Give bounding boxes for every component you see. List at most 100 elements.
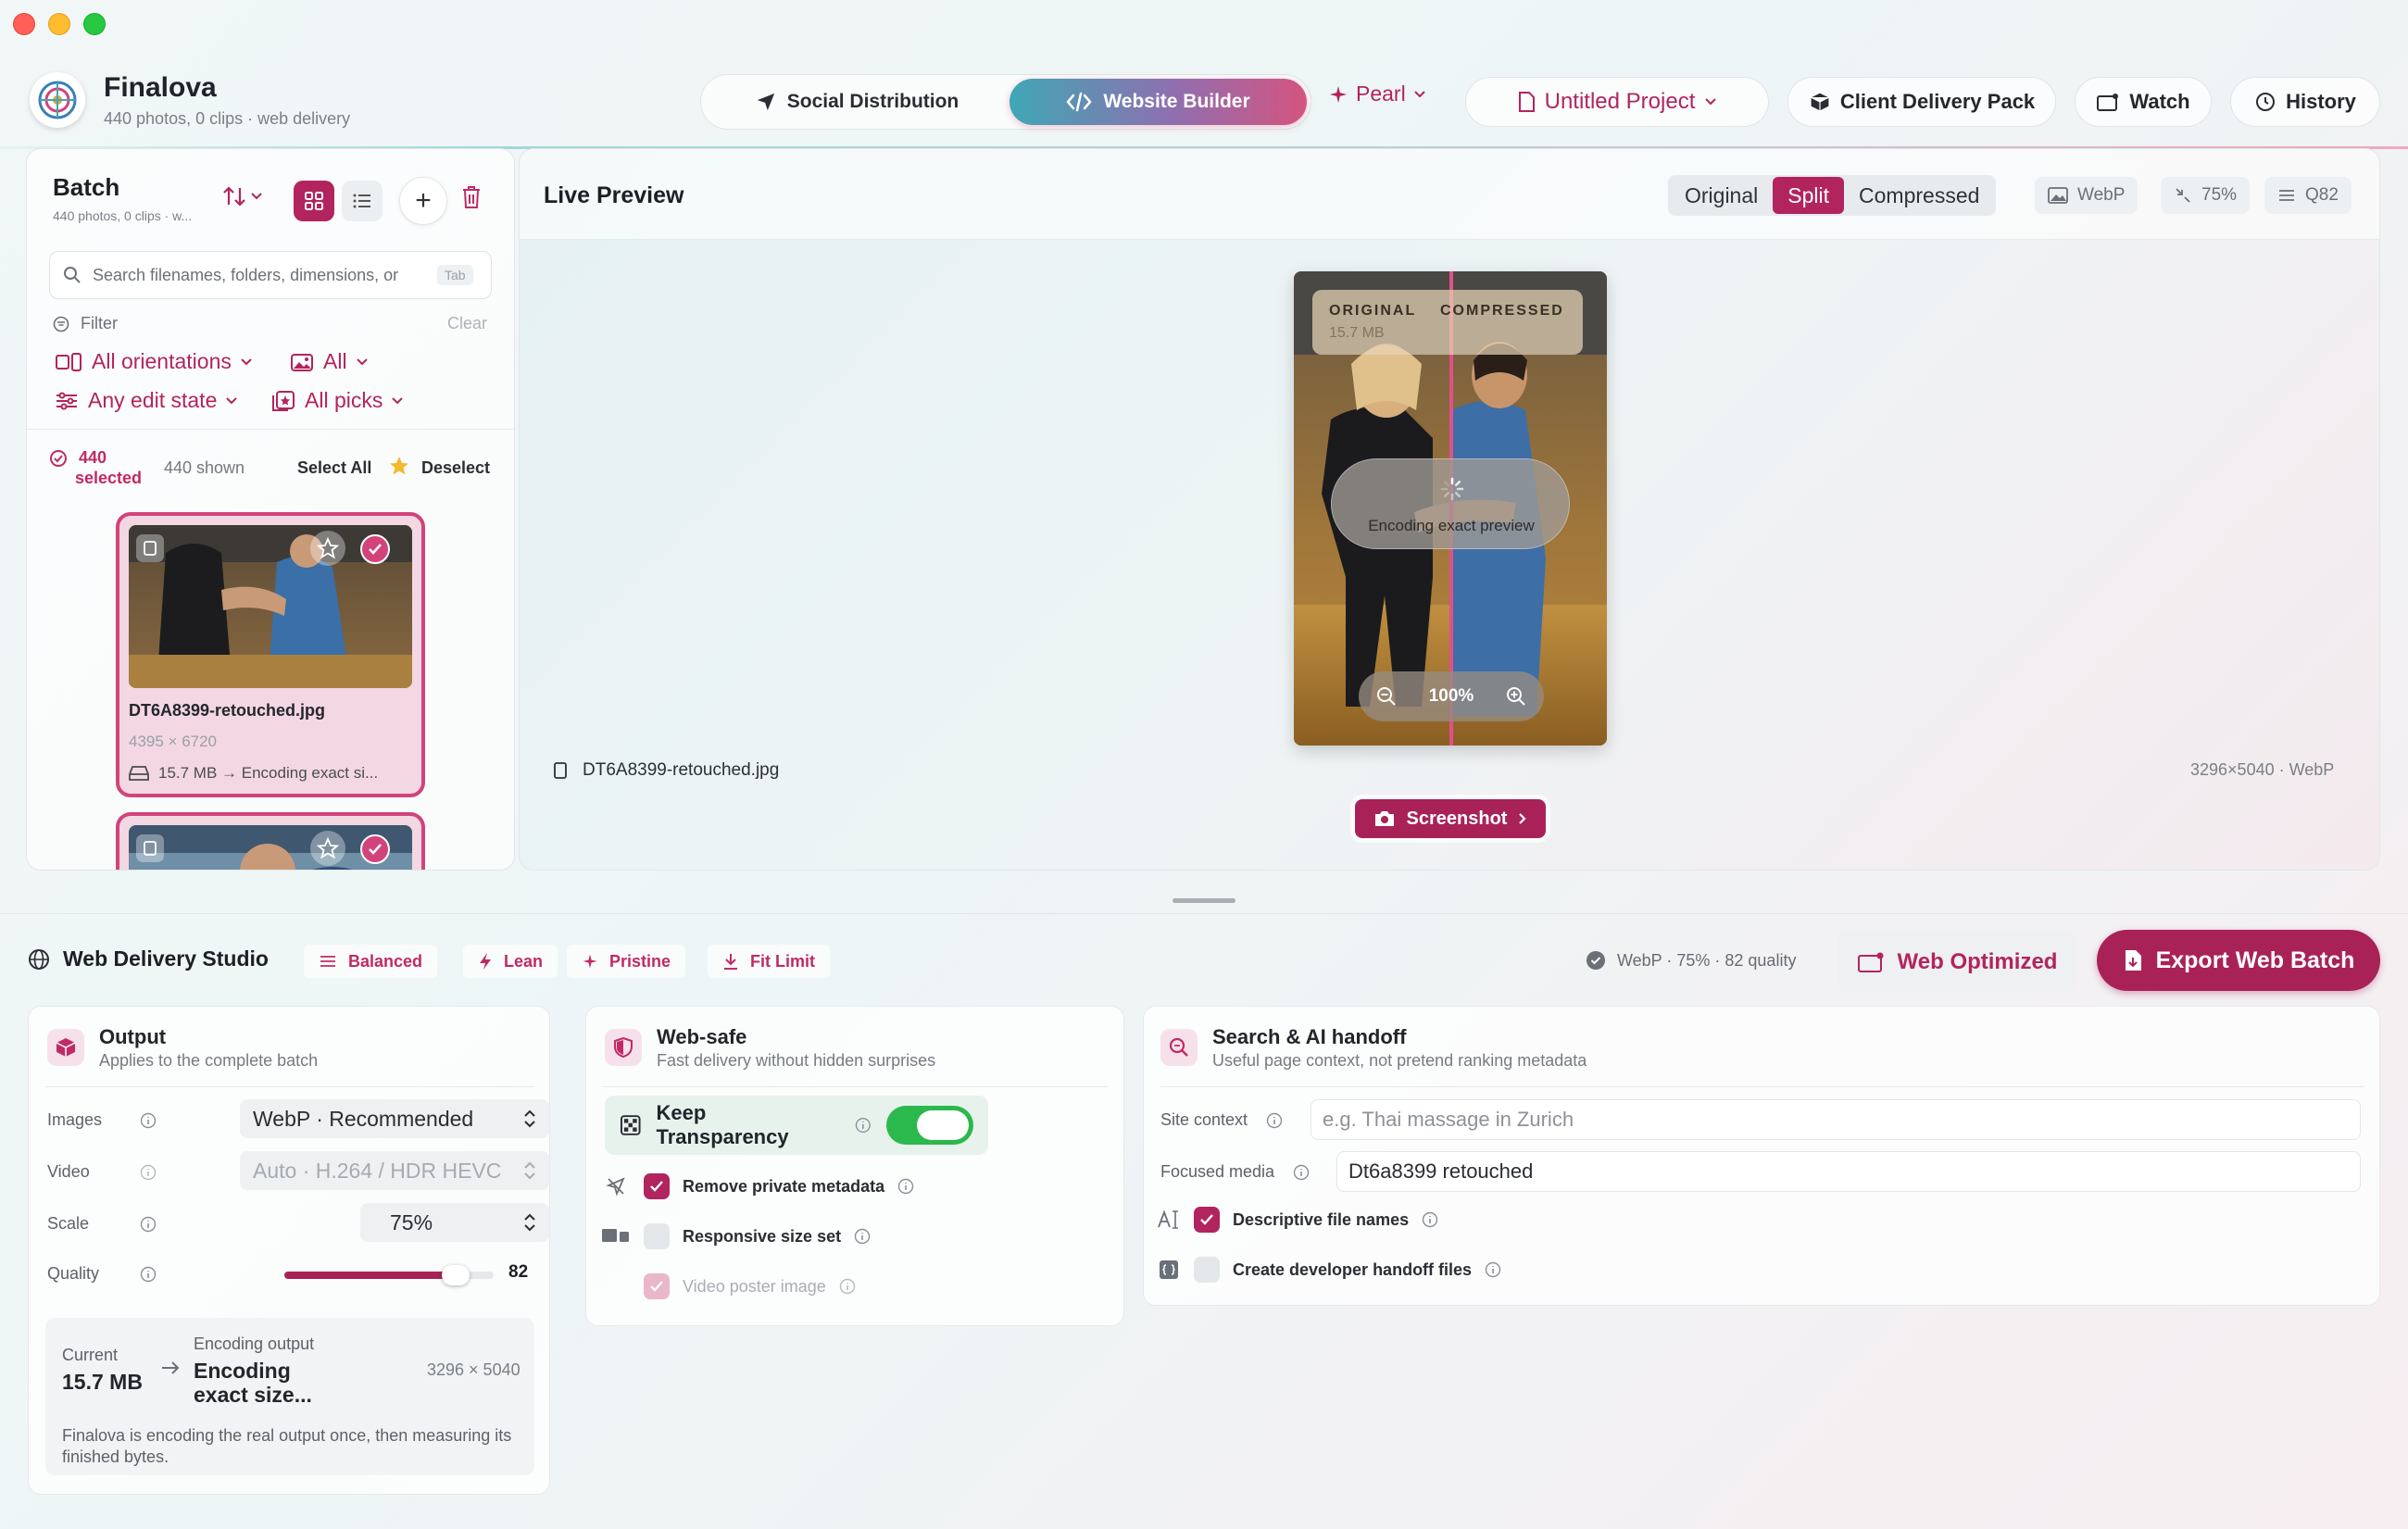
favorite-toggle[interactable] [310, 831, 345, 866]
preset-balanced[interactable]: Balanced [304, 945, 438, 978]
responsive-icon [602, 1229, 629, 1242]
arrow-right-icon [162, 1361, 180, 1374]
edit-state-filter[interactable]: Any edit state [55, 388, 238, 413]
keep-transparency-toggle[interactable] [885, 1106, 973, 1145]
descriptive-names-checkbox[interactable] [1194, 1207, 1220, 1233]
watch-button[interactable]: Watch [2075, 77, 2212, 127]
bolt-icon [480, 953, 491, 970]
minimize-window-button[interactable] [48, 13, 70, 35]
batch-item[interactable]: DT6A8399-retouched.jpg 4395 × 6720 15.7 … [116, 512, 425, 797]
media-type-filter[interactable]: All [290, 349, 368, 374]
grid-view-button[interactable] [294, 181, 334, 221]
focused-media-input[interactable] [1348, 1159, 2349, 1184]
video-format-select[interactable]: Auto · H.264 / HDR HEVC [240, 1151, 549, 1190]
info-icon [839, 1278, 855, 1295]
zoom-out-icon[interactable] [1375, 685, 1398, 708]
output-summary: WebP · 75% · 82 quality [1586, 950, 1796, 971]
info-icon [140, 1216, 157, 1232]
site-context-label: Site context [1160, 1110, 1283, 1130]
panel-resize-handle[interactable] [1173, 898, 1235, 903]
delete-button[interactable] [460, 184, 483, 215]
selected-checkmark[interactable] [360, 534, 390, 564]
check-icon [650, 1281, 663, 1292]
export-web-batch-button[interactable]: Export Web Batch [2097, 930, 2380, 991]
preview-image[interactable]: ORIGINAL 15.7 MB COMPRESSED Encoding exa… [1294, 271, 1607, 746]
responsive-size-option[interactable]: Responsive size set [601, 1223, 871, 1249]
size-estimate-box: Current 15.7 MB Encoding output Encoding… [45, 1318, 534, 1475]
shrink-icon [2176, 188, 2190, 203]
zoom-in-icon[interactable] [1505, 685, 1527, 708]
preset-lean[interactable]: Lean [463, 945, 558, 978]
shown-count: 440 shown [164, 458, 245, 477]
output-subtitle: Applies to the complete batch [99, 1051, 319, 1070]
sliders-icon [56, 392, 77, 409]
close-window-button[interactable] [13, 13, 35, 35]
quality-value: 82 [508, 1262, 529, 1282]
orientation-filter[interactable]: All orientations [55, 349, 252, 374]
selected-checkmark[interactable] [360, 834, 390, 864]
screenshot-button[interactable]: Screenshot [1355, 799, 1546, 838]
video-poster-checkbox[interactable] [644, 1273, 670, 1299]
remove-metadata-option[interactable]: Remove private metadata [601, 1173, 914, 1199]
check-icon [1200, 1214, 1213, 1225]
package-icon [1810, 92, 1830, 112]
client-delivery-pack-button[interactable]: Client Delivery Pack [1787, 77, 2056, 127]
images-format-select[interactable]: WebP · Recommended [240, 1099, 549, 1138]
braces-icon [1160, 1260, 1178, 1279]
grid-icon [305, 192, 323, 210]
export-file-icon [2125, 950, 2141, 971]
deselect-button[interactable]: Deselect [421, 458, 490, 478]
compare-labels: ORIGINAL 15.7 MB COMPRESSED [1312, 290, 1583, 355]
web-optimized-button[interactable]: Web Optimized [1837, 932, 2076, 993]
scale-chip[interactable]: 75% [2161, 177, 2251, 214]
zoom-window-button[interactable] [83, 13, 106, 35]
responsive-size-checkbox[interactable] [644, 1223, 670, 1249]
check-icon [369, 544, 382, 555]
history-button[interactable]: History [2230, 77, 2380, 127]
preset-fit-limit[interactable]: Fit Limit [708, 945, 830, 978]
site-context-input[interactable] [1323, 1108, 2349, 1132]
studio-divider [0, 913, 2408, 914]
remove-metadata-checkbox[interactable] [644, 1173, 670, 1199]
download-icon [724, 954, 737, 970]
quality-slider-knob[interactable] [442, 1265, 470, 1285]
favorite-toggle[interactable] [310, 531, 345, 566]
segment-original[interactable]: Original [1670, 177, 1773, 214]
mode-social-distribution[interactable]: Social Distribution [705, 79, 1010, 125]
format-chip[interactable]: WebP [2035, 177, 2138, 214]
batch-search: Tab [49, 251, 492, 299]
project-dropdown[interactable]: Untitled Project [1465, 77, 1769, 127]
text-cursor-icon [1158, 1209, 1178, 1229]
descriptive-names-option[interactable]: Descriptive file names [1157, 1207, 1438, 1233]
developer-handoff-checkbox[interactable] [1194, 1257, 1220, 1283]
batch-item[interactable] [116, 812, 425, 870]
orientation-icon [56, 352, 82, 371]
pearl-dropdown[interactable]: Pearl [1328, 81, 1426, 107]
list-view-button[interactable] [342, 181, 383, 221]
search-input[interactable] [93, 265, 426, 285]
picks-icon [272, 390, 295, 411]
keep-transparency-row: Keep Transparency [605, 1096, 988, 1155]
segment-split[interactable]: Split [1773, 177, 1845, 214]
scale-select[interactable]: 75% [360, 1203, 549, 1242]
encoding-output-dims: 3296 × 5040 [427, 1360, 520, 1379]
select-all-button[interactable]: Select All [297, 458, 371, 478]
developer-handoff-option[interactable]: Create developer handoff files [1157, 1257, 1501, 1283]
preset-pristine[interactable]: Pristine [567, 945, 686, 978]
mode-switch: Social Distribution Website Builder [700, 74, 1311, 130]
check-icon [650, 1181, 663, 1192]
quality-chip[interactable]: Q82 [2264, 177, 2352, 214]
checkerboard-icon [620, 1115, 641, 1135]
mode-website-builder[interactable]: Website Builder [1009, 79, 1307, 125]
chevron-down-icon [1705, 98, 1717, 106]
output-card: Output Applies to the complete batch Ima… [28, 1006, 550, 1495]
video-poster-option[interactable]: Video poster image [601, 1273, 856, 1299]
star-picks-button[interactable] [388, 455, 410, 482]
zoom-level: 100% [1428, 686, 1474, 706]
segment-compressed[interactable]: Compressed [1844, 177, 1994, 214]
add-media-button[interactable]: + [399, 177, 447, 225]
clear-filters-button[interactable]: Clear [447, 314, 487, 333]
quality-slider[interactable] [284, 1265, 494, 1285]
picks-filter[interactable]: All picks [271, 388, 404, 413]
sort-button[interactable] [221, 184, 262, 208]
